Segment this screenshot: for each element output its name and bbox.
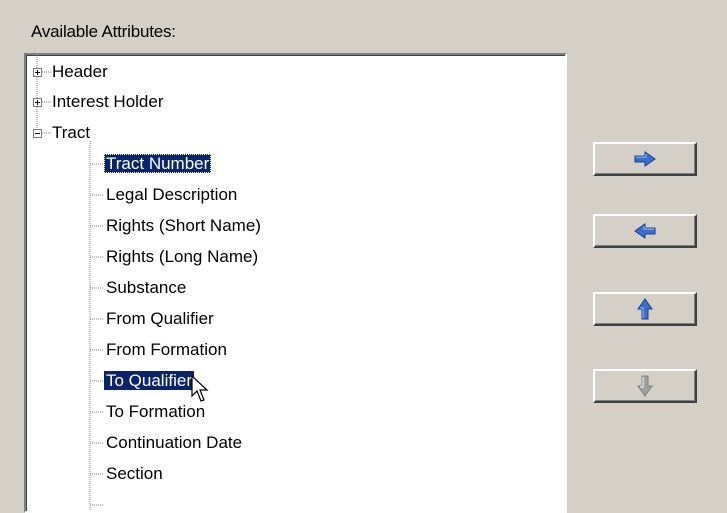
tree-node-label: Legal Description (106, 185, 238, 204)
arrow-down-icon (637, 375, 653, 397)
tree-node-label: To Formation (106, 402, 206, 421)
tree-node-from-formation[interactable]: From Formation (104, 337, 229, 363)
tree-node-rights-long-name[interactable]: Rights (Long Name) (104, 244, 260, 270)
tree-node-interest-holder[interactable]: Interest Holder (50, 89, 166, 115)
tree-node-label: Tract (52, 123, 91, 142)
available-attributes-label: Available Attributes: (31, 22, 176, 41)
tree-node-from-qualifier[interactable]: From Qualifier (104, 306, 216, 332)
tree-node-tract-number[interactable]: Tract Number (104, 151, 212, 177)
arrow-left-icon (634, 223, 656, 239)
tree-node-label: Header (52, 62, 108, 81)
tree-node-rights-short-name[interactable]: Rights (Short Name) (104, 213, 263, 239)
attributes-tree[interactable]: Header Interest Holder Tract Tract Numbe… (24, 53, 567, 513)
tree-node-label: Rights (Short Name) (106, 216, 261, 235)
tree-node-tract[interactable]: Tract (50, 120, 92, 146)
tree-node-label: Continuation Date (106, 433, 243, 452)
tree-node-label: Section (106, 464, 163, 483)
tree-node-legal-description[interactable]: Legal Description (104, 182, 239, 208)
tree-node-label: From Qualifier (106, 309, 214, 328)
tree-node-label: From Formation (106, 340, 227, 359)
move-right-button[interactable] (593, 142, 697, 176)
tree-node-header[interactable]: Header (50, 59, 110, 85)
move-up-button[interactable] (593, 292, 697, 326)
collapse-minus-icon[interactable] (33, 129, 42, 138)
move-down-button[interactable] (593, 369, 697, 403)
tree-node-label: To Qualifier (104, 371, 194, 390)
tree-node-label: Substance (106, 278, 187, 297)
mouse-pointer-icon (191, 375, 209, 402)
expand-plus-icon[interactable] (33, 98, 42, 107)
arrow-up-icon (637, 298, 653, 320)
tree-node-label: Tract Number (104, 154, 212, 173)
move-left-button[interactable] (593, 214, 697, 248)
expand-plus-icon[interactable] (33, 68, 42, 77)
arrow-right-icon (634, 151, 656, 167)
tree-node-substance[interactable]: Substance (104, 275, 188, 301)
tree-node-label: Rights (Long Name) (106, 247, 259, 266)
tree-node-section[interactable]: Section (104, 461, 165, 487)
tree-node-label: Interest Holder (52, 92, 164, 111)
tree-node-to-qualifier[interactable]: To Qualifier (104, 368, 194, 394)
tree-node-continuation-date[interactable]: Continuation Date (104, 430, 244, 456)
